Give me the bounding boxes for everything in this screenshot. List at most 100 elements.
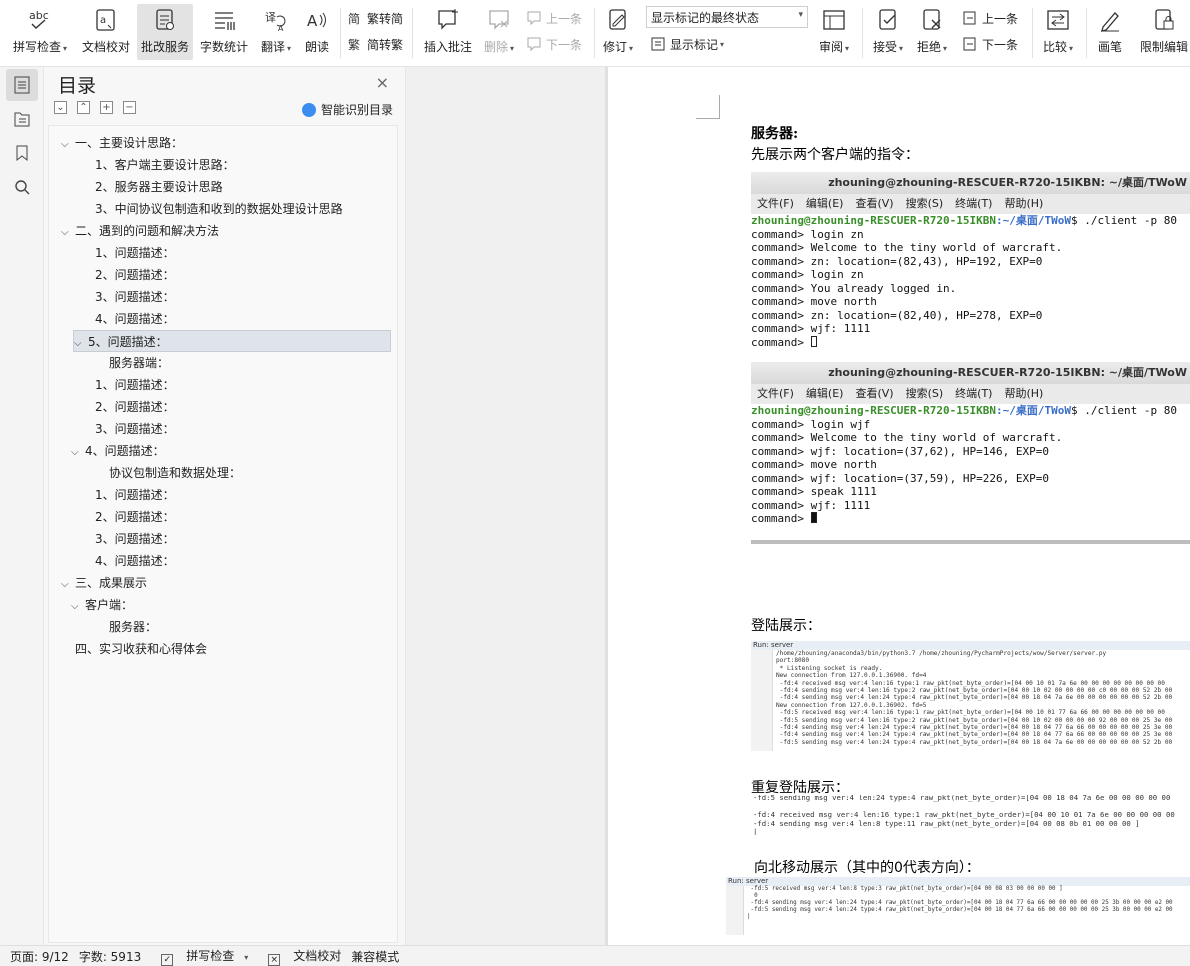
toc-item[interactable]: ⌵ 一、主要设计思路： xyxy=(61,132,183,154)
toc-item[interactable]: 1、问题描述： xyxy=(81,242,175,264)
toc-item[interactable]: 四、实习收获和心得体会 xyxy=(61,638,207,660)
terminal-menu-item[interactable]: 搜索(S) xyxy=(906,384,944,404)
terminal-menu-item[interactable]: 编辑(E) xyxy=(806,384,844,404)
terminal-menu-item[interactable]: 搜索(S) xyxy=(906,194,944,214)
chevron-down-icon[interactable]: ⌵ xyxy=(61,222,75,244)
terminal-menu-item[interactable]: 终端(T) xyxy=(955,384,992,404)
track-changes-button[interactable]: 修订 ▾ xyxy=(600,4,636,60)
toc-item[interactable]: 1、问题描述： xyxy=(81,484,175,506)
expand-down-icon[interactable]: ⌄ xyxy=(54,101,67,114)
toc-item[interactable]: ⌵ 二、遇到的问题和解决方法 xyxy=(61,220,219,242)
toc-item-label: 一、主要设计思路： xyxy=(75,136,184,150)
review-service-button[interactable]: 批改服务 xyxy=(137,4,193,60)
toc-icon xyxy=(14,76,30,94)
read-aloud-label: 朗读 xyxy=(304,40,329,54)
terminal-menu-item[interactable]: 查看(V) xyxy=(855,384,893,404)
terminal-menu-item[interactable]: 文件(F) xyxy=(757,194,794,214)
add-level-icon[interactable]: + xyxy=(100,101,113,114)
toc-item[interactable]: 3、问题描述： xyxy=(81,418,175,440)
login-label: 登陆展示： xyxy=(751,618,821,634)
toc-item[interactable]: 4、问题描述： xyxy=(81,550,175,572)
section-heading: 服务器: xyxy=(751,126,799,142)
delete-comment-button[interactable]: 删除 ▾ xyxy=(480,4,518,60)
restrict-edit-button[interactable]: 限制编辑 xyxy=(1138,4,1190,60)
toc-item[interactable]: ⌵ 5、问题描述： xyxy=(73,330,391,352)
bookmark-button[interactable] xyxy=(6,137,38,169)
prompt-command: $ ./client -p 80 xyxy=(1071,404,1177,417)
toc-item[interactable]: 服务器： xyxy=(95,616,157,638)
toc-item[interactable]: ⌵ 客户端： xyxy=(71,594,133,616)
close-icon[interactable]: × xyxy=(376,73,389,92)
spell-check-status[interactable]: ✓ 拼写检查 ▾ xyxy=(151,947,248,966)
next-comment-button[interactable]: 下一条 xyxy=(526,34,582,54)
next-change-button[interactable]: 下一条 xyxy=(962,34,1018,54)
translate-button[interactable]: 译A 翻译 ▾ xyxy=(256,4,296,60)
terminal-menu-item[interactable]: 文件(F) xyxy=(757,384,794,404)
toc-item[interactable]: ⌵ 4、问题描述： xyxy=(71,440,165,462)
trad-simp-icon: 简 xyxy=(347,10,363,26)
read-aloud-button[interactable]: A 朗读 xyxy=(300,4,334,60)
toc-item[interactable]: 2、服务器主要设计思路 xyxy=(81,176,223,198)
terminal-menu-item[interactable]: 终端(T) xyxy=(955,194,992,214)
terminal-screenshot-1: zhouning@zhouning-RESCUER-R720-15IKBN: ~… xyxy=(751,172,1190,352)
remove-level-icon[interactable]: − xyxy=(123,101,136,114)
document-page[interactable]: 服务器: 先展示两个客户端的指令： zhouning@zhouning-RESC… xyxy=(608,67,1190,945)
page-indicator[interactable]: 页面: 9/12 xyxy=(10,948,69,965)
toc-item[interactable]: 服务器端： xyxy=(95,352,169,374)
chevron-down-icon[interactable]: ⌵ xyxy=(61,574,75,596)
navigation-button[interactable] xyxy=(6,103,38,135)
compare-button[interactable]: 比较 ▾ xyxy=(1038,4,1078,60)
toc-panel-button[interactable] xyxy=(6,69,38,101)
review-service-icon xyxy=(152,7,178,33)
toc-item[interactable]: 3、问题描述： xyxy=(81,528,175,550)
toc-item[interactable]: 1、问题描述： xyxy=(81,374,175,396)
chevron-down-icon[interactable]: ⌵ xyxy=(74,333,88,355)
toc-item[interactable]: 2、问题描述： xyxy=(81,506,175,528)
trad-to-simp-button[interactable]: 简 繁转简 xyxy=(347,8,403,28)
toc-item[interactable]: 2、问题描述： xyxy=(81,396,175,418)
toc-item[interactable]: 4、问题描述： xyxy=(81,308,175,330)
toc-item-label: 3、问题描述： xyxy=(95,532,175,546)
terminal-title: zhouning@zhouning-RESCUER-R720-15IKBN: ~… xyxy=(751,362,1190,384)
svg-text:A: A xyxy=(307,12,318,30)
toc-item[interactable]: 2、问题描述： xyxy=(81,264,175,286)
chevron-down-icon[interactable]: ⌵ xyxy=(71,596,85,618)
smart-recognize-toc-button[interactable]: 智能识别目录 xyxy=(301,101,393,118)
terminal-menu-item[interactable]: 帮助(H) xyxy=(1004,384,1043,404)
toc-item[interactable]: 3、中间协议包制造和收到的数据处理设计思路 xyxy=(81,198,343,220)
spell-check-button[interactable]: abc 拼写检查 ▾ xyxy=(8,4,72,60)
compare-label: 比较 xyxy=(1042,40,1067,54)
reject-button[interactable]: 拒绝 ▾ xyxy=(912,4,952,60)
markup-state-select[interactable]: 显示标记的最终状态 ▾ xyxy=(646,6,808,28)
prev-comment-label: 上一条 xyxy=(546,11,583,26)
chevron-down-icon[interactable]: ⌵ xyxy=(71,442,85,464)
restrict-edit-label: 限制编辑 xyxy=(1139,40,1188,54)
pen-button[interactable]: 画笔 xyxy=(1092,4,1128,60)
relogin-screenshot: -fd:5 sending msg ver:4 len:24 type:4 ra… xyxy=(751,795,1190,835)
toc-item[interactable]: 3、问题描述： xyxy=(81,286,175,308)
word-count-button[interactable]: 字数统计 xyxy=(196,4,252,60)
terminal-menu-item[interactable]: 编辑(E) xyxy=(806,194,844,214)
collapse-up-icon[interactable]: ⌃ xyxy=(77,101,90,114)
find-button[interactable] xyxy=(6,171,38,203)
accept-button[interactable]: 接受 ▾ xyxy=(868,4,908,60)
terminal-menu-item[interactable]: 查看(V) xyxy=(855,194,893,214)
doc-proof-button[interactable]: a 文档校对 xyxy=(78,4,134,60)
insert-comment-button[interactable]: 插入批注 xyxy=(420,4,476,60)
doc-proof-status[interactable]: × 文档校对 xyxy=(258,947,341,966)
show-markup-button[interactable]: 显示标记 ▾ xyxy=(650,34,724,54)
review-pane-button[interactable]: 审阅 ▾ xyxy=(814,4,854,60)
simp-to-trad-button[interactable]: 繁 简转繁 xyxy=(347,34,403,54)
prev-comment-button[interactable]: 上一条 xyxy=(526,8,582,28)
toc-item[interactable]: 1、客户端主要设计思路： xyxy=(81,154,235,176)
prompt-user: zhouning@zhouning-RESCUER-R720-15IKBN xyxy=(751,404,997,417)
toc-item[interactable]: ⌵ 三、成果展示 xyxy=(61,572,147,594)
chevron-down-icon[interactable]: ⌵ xyxy=(61,134,75,156)
word-count-indicator[interactable]: 字数: 5913 xyxy=(79,948,141,965)
prev-change-button[interactable]: 上一条 xyxy=(962,8,1018,28)
track-changes-icon xyxy=(605,7,631,33)
terminal-menu-item[interactable]: 帮助(H) xyxy=(1004,194,1043,214)
toc-item[interactable]: 协议包制造和数据处理： xyxy=(95,462,241,484)
smart-recognize-label: 智能识别目录 xyxy=(320,103,393,117)
pen-icon xyxy=(1097,7,1123,33)
